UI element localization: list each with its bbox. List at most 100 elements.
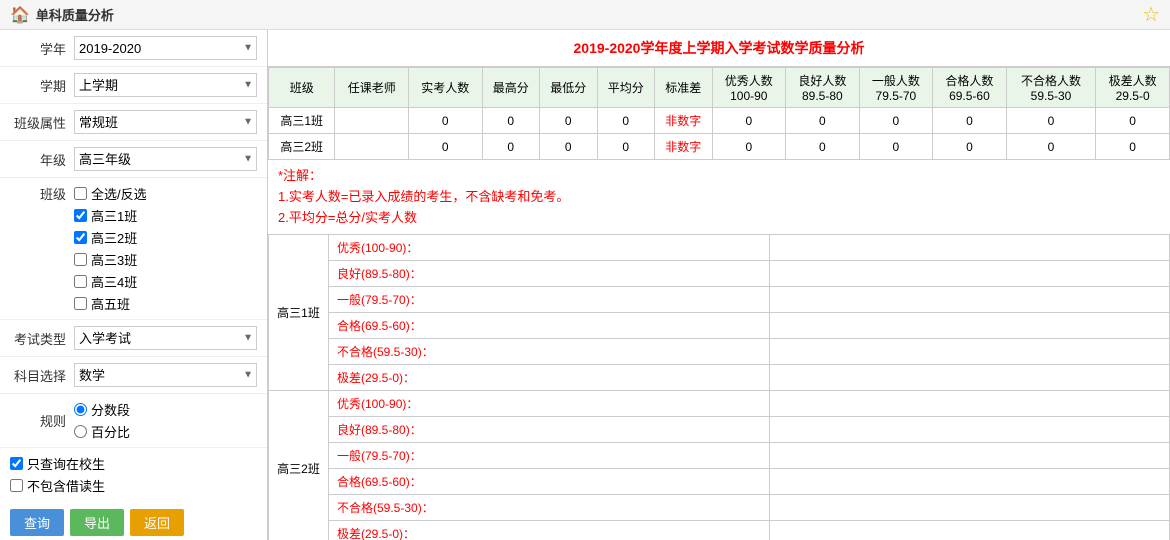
- class-5-label: 高五班: [91, 294, 130, 313]
- subject-select[interactable]: 数学 语文 英语: [74, 363, 257, 387]
- detail-range-value: [770, 495, 1170, 521]
- label-rule: 规则: [10, 411, 66, 430]
- class-type-select-wrapper: 常规班 复读班 ▼: [74, 110, 257, 134]
- notes-title: *注解：: [278, 166, 1160, 187]
- class-3-input[interactable]: [74, 253, 87, 266]
- query-button[interactable]: 查询: [10, 509, 64, 536]
- class-4-label: 高三4班: [91, 272, 137, 291]
- year-select-wrapper: 2019-2020 2020-2021 ▼: [74, 36, 257, 60]
- th-pass: 合格人数69.5-60: [933, 68, 1007, 108]
- label-class: 班级: [10, 184, 66, 203]
- label-semester: 学期: [10, 76, 66, 95]
- no-borrower-label: 不包含借读生: [27, 476, 105, 495]
- back-button[interactable]: 返回: [130, 509, 184, 536]
- form-row-class: 班级 全选/反选 高三1班 高三2班 高三3班: [0, 178, 267, 320]
- select-all-checkbox[interactable]: 全选/反选: [74, 184, 147, 203]
- enrolled-only-input[interactable]: [10, 457, 23, 470]
- th-fail: 不合格人数59.5-30: [1006, 68, 1096, 108]
- class-3-label: 高三3班: [91, 250, 137, 269]
- rule-percent-radio[interactable]: 百分比: [74, 422, 130, 441]
- th-std: 标准差: [655, 68, 713, 108]
- label-class-type: 班级属性: [10, 113, 66, 132]
- detail-row: 合格(69.5-60)：: [269, 313, 1170, 339]
- detail-range-value: [770, 287, 1170, 313]
- class-2-input[interactable]: [74, 231, 87, 244]
- export-button[interactable]: 导出: [70, 509, 124, 536]
- table-row: 高三2班0000非数字000000: [269, 134, 1170, 160]
- rule-score-radio[interactable]: 分数段: [74, 400, 130, 419]
- bottom-checks: 只查询在校生 不包含借读生: [0, 448, 267, 501]
- main-table-body: 高三1班0000非数字000000高三2班0000非数字000000: [269, 108, 1170, 160]
- detail-row: 不合格(59.5-30)：: [269, 495, 1170, 521]
- year-select[interactable]: 2019-2020 2020-2021: [74, 36, 257, 60]
- class-3-checkbox[interactable]: 高三3班: [74, 250, 147, 269]
- select-all-input[interactable]: [74, 187, 87, 200]
- th-good: 良好人数89.5-80: [786, 68, 860, 108]
- rule-score-label: 分数段: [91, 400, 130, 419]
- star-icon[interactable]: ☆: [1142, 2, 1160, 27]
- label-year: 学年: [10, 39, 66, 58]
- th-teacher: 任课老师: [335, 68, 409, 108]
- action-buttons: 查询 导出 返回: [0, 501, 267, 540]
- detail-class-name: 高三1班: [269, 235, 329, 391]
- home-icon: 🏠: [10, 5, 30, 25]
- detail-range-value: [770, 521, 1170, 540]
- detail-range-label: 优秀(100-90)：: [329, 391, 770, 417]
- detail-row: 合格(69.5-60)：: [269, 469, 1170, 495]
- form-row-grade: 年级 高三年级 高二年级 高一年级 ▼: [0, 141, 267, 178]
- detail-range-label: 良好(89.5-80)：: [329, 261, 770, 287]
- th-avg: 平均分: [597, 68, 655, 108]
- detail-range-label: 良好(89.5-80)：: [329, 417, 770, 443]
- form-row-exam-type: 考试类型 入学考试 期中考试 期末考试 ▼: [0, 320, 267, 357]
- detail-range-value: [770, 313, 1170, 339]
- rule-score-input[interactable]: [74, 403, 87, 416]
- detail-range-label: 极差(29.5-0)：: [329, 365, 770, 391]
- label-grade: 年级: [10, 150, 66, 169]
- grade-select[interactable]: 高三年级 高二年级 高一年级: [74, 147, 257, 171]
- detail-class-name: 高三2班: [269, 391, 329, 540]
- no-borrower-checkbox[interactable]: 不包含借读生: [10, 476, 257, 495]
- no-borrower-input[interactable]: [10, 479, 23, 492]
- th-poor: 极差人数29.5-0: [1096, 68, 1170, 108]
- detail-range-label: 合格(69.5-60)：: [329, 313, 770, 339]
- exam-type-select-wrapper: 入学考试 期中考试 期末考试 ▼: [74, 326, 257, 350]
- class-list: 全选/反选 高三1班 高三2班 高三3班 高三4班: [74, 184, 147, 313]
- enrolled-only-checkbox[interactable]: 只查询在校生: [10, 454, 257, 473]
- class-2-checkbox[interactable]: 高三2班: [74, 228, 147, 247]
- table-row: 高三1班0000非数字000000: [269, 108, 1170, 134]
- report-title: 2019-2020学年度上学期入学考试数学质量分析: [268, 30, 1170, 67]
- detail-range-value: [770, 469, 1170, 495]
- class-1-checkbox[interactable]: 高三1班: [74, 206, 147, 225]
- semester-select[interactable]: 上学期 下学期: [74, 73, 257, 97]
- th-excellent: 优秀人数100-90: [712, 68, 786, 108]
- detail-range-label: 一般(79.5-70)：: [329, 287, 770, 313]
- note-1: 1.实考人数=已录入成绩的考生，不含缺考和免考。: [278, 187, 1160, 208]
- detail-range-label: 合格(69.5-60)：: [329, 469, 770, 495]
- class-type-select[interactable]: 常规班 复读班: [74, 110, 257, 134]
- rule-percent-input[interactable]: [74, 425, 87, 438]
- class-4-checkbox[interactable]: 高三4班: [74, 272, 147, 291]
- form-row-class-type: 班级属性 常规班 复读班 ▼: [0, 104, 267, 141]
- class-5-input[interactable]: [74, 297, 87, 310]
- form-row-subject: 科目选择 数学 语文 英语 ▼: [0, 357, 267, 394]
- class-5-checkbox[interactable]: 高五班: [74, 294, 147, 313]
- detail-table-body: 高三1班优秀(100-90)：良好(89.5-80)：一般(79.5-70)：合…: [269, 235, 1170, 540]
- detail-row: 高三2班优秀(100-90)：: [269, 391, 1170, 417]
- table-header-row: 班级 任课老师 实考人数 最高分 最低分 平均分 标准差 优秀人数100-90 …: [269, 68, 1170, 108]
- page-header: 🏠 单科质量分析 ☆: [0, 0, 1170, 30]
- detail-row: 良好(89.5-80)：: [269, 417, 1170, 443]
- class-1-input[interactable]: [74, 209, 87, 222]
- header-left: 🏠 单科质量分析: [10, 5, 114, 25]
- form-row-semester: 学期 上学期 下学期 ▼: [0, 67, 267, 104]
- subject-select-wrapper: 数学 语文 英语 ▼: [74, 363, 257, 387]
- th-actual: 实考人数: [408, 68, 482, 108]
- th-max: 最高分: [482, 68, 540, 108]
- rule-percent-label: 百分比: [91, 422, 130, 441]
- form-row-year: 学年 2019-2020 2020-2021 ▼: [0, 30, 267, 67]
- exam-type-select[interactable]: 入学考试 期中考试 期末考试: [74, 326, 257, 350]
- detail-row: 一般(79.5-70)：: [269, 443, 1170, 469]
- rule-radio-group: 分数段 百分比: [74, 400, 130, 441]
- detail-range-value: [770, 235, 1170, 261]
- class-4-input[interactable]: [74, 275, 87, 288]
- detail-table: 高三1班优秀(100-90)：良好(89.5-80)：一般(79.5-70)：合…: [268, 234, 1170, 540]
